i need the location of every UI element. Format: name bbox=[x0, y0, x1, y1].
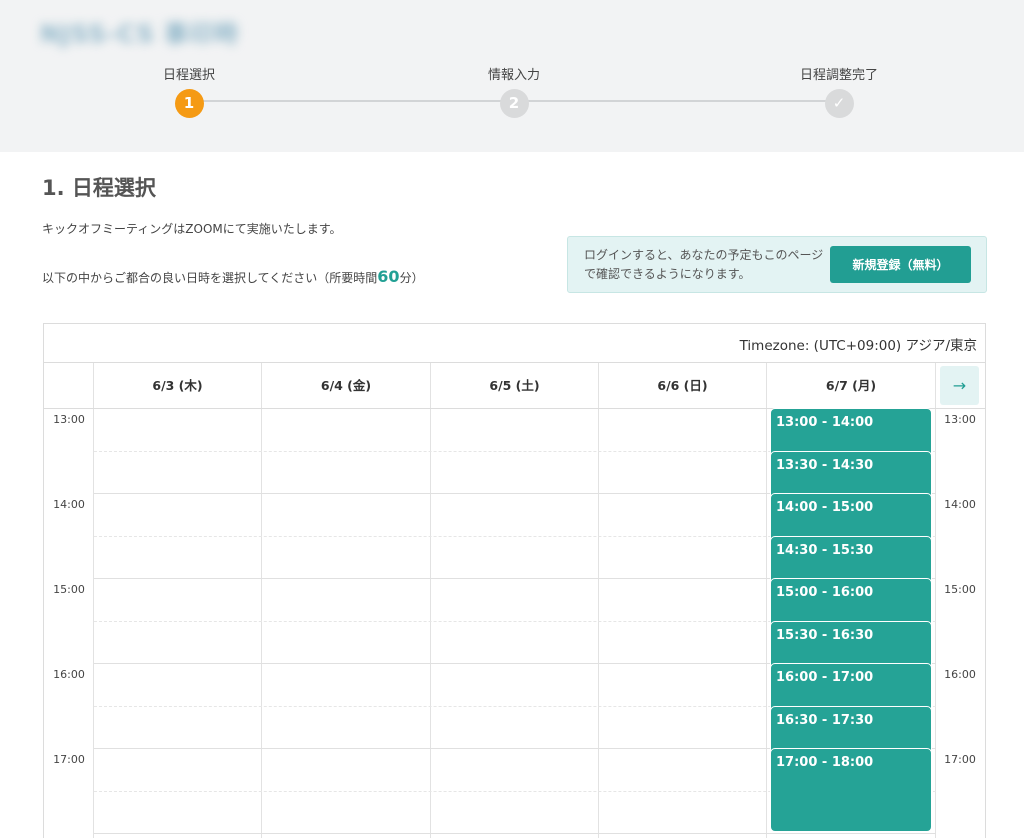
grid-line bbox=[935, 363, 936, 838]
calendar: Timezone: (UTC+09:00) アジア/東京 6/3 (木) 6/4… bbox=[43, 323, 986, 838]
next-week-arrow-icon[interactable]: → bbox=[940, 366, 979, 405]
day-header: 6/7 (月) bbox=[825, 378, 877, 393]
signup-button[interactable]: 新規登録（無料） bbox=[830, 246, 971, 283]
checkmark-icon: ✓ bbox=[824, 89, 854, 118]
instruction-text: 以下の中からご都合の良い日時を選択してください（所要時間60分） bbox=[42, 266, 424, 289]
timezone-label: Timezone: (UTC+09:00) アジア/東京 bbox=[739, 338, 977, 354]
duration-unit: 分） bbox=[399, 271, 424, 285]
day-header: 6/3 (木) bbox=[152, 378, 203, 393]
step-label: 情報入力 bbox=[487, 68, 540, 83]
login-notice-text: ログインすると、あなたの予定もこのページで確認できるようになります。 bbox=[584, 248, 824, 281]
time-label: 16:00 bbox=[944, 668, 976, 681]
time-label: 15:00 bbox=[53, 583, 85, 596]
time-slot-button[interactable]: 17:00 - 18:00 bbox=[770, 748, 932, 832]
step-number-badge: 1 bbox=[174, 89, 204, 118]
grid-line bbox=[598, 363, 599, 838]
step-2: 情報入力 2 bbox=[454, 67, 574, 118]
time-label: 17:00 bbox=[944, 753, 976, 766]
time-label: 14:00 bbox=[53, 498, 85, 511]
grid-line bbox=[261, 363, 262, 838]
page-title: 1. 日程選択 bbox=[42, 176, 156, 200]
duration-value: 60 bbox=[377, 267, 400, 286]
grid-line bbox=[93, 363, 94, 838]
grid-line bbox=[766, 363, 767, 838]
day-header: 6/5 (土) bbox=[489, 378, 540, 393]
day-header: 6/6 (日) bbox=[657, 378, 708, 393]
step-number-badge: 2 bbox=[499, 89, 529, 118]
day-header: 6/4 (金) bbox=[320, 378, 372, 393]
step-label: 日程調整完了 bbox=[799, 68, 878, 83]
grid-line bbox=[430, 363, 431, 838]
company-logo: NJSS-CS 事印時 bbox=[40, 20, 240, 48]
time-label: 13:00 bbox=[53, 413, 85, 426]
time-label: 14:00 bbox=[944, 498, 976, 511]
progress-header: NJSS-CS 事印時 日程選択 1 情報入力 2 日程調整完了 ✓ bbox=[0, 0, 1024, 152]
time-label: 15:00 bbox=[944, 583, 976, 596]
step-label: 日程選択 bbox=[162, 68, 215, 83]
time-label: 17:00 bbox=[53, 753, 85, 766]
step-1: 日程選択 1 bbox=[129, 67, 249, 118]
instruction-label: 以下の中からご都合の良い日時を選択してください（所要時間 bbox=[42, 271, 378, 285]
time-label: 13:00 bbox=[944, 413, 976, 426]
meeting-description: キックオフミーティングはZOOMにて実施いたします。 bbox=[42, 222, 342, 236]
time-label: 16:00 bbox=[53, 668, 85, 681]
hour-line bbox=[94, 833, 936, 834]
login-notice: ログインすると、あなたの予定もこのページで確認できるようになります。 新規登録（… bbox=[567, 236, 987, 293]
step-3: 日程調整完了 ✓ bbox=[779, 67, 899, 118]
